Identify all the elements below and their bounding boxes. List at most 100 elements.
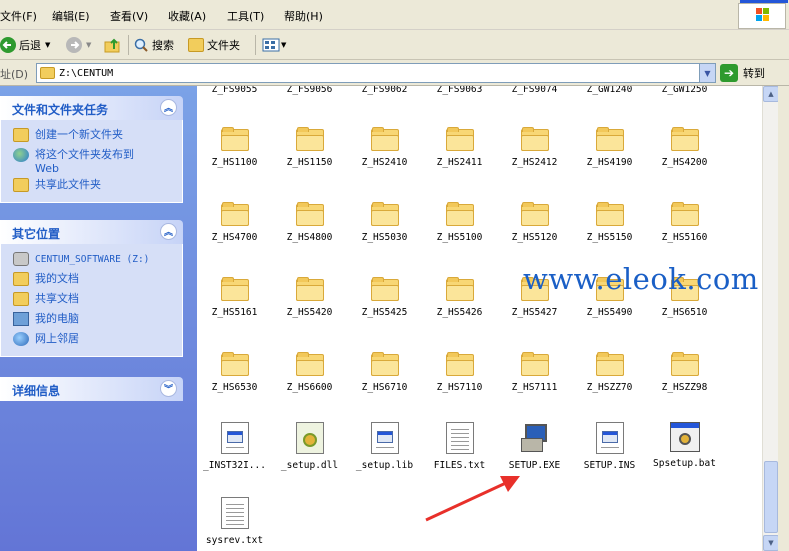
item-label: sysrev.txt bbox=[205, 535, 264, 546]
folder-item[interactable]: Z_HS4700 bbox=[197, 202, 272, 243]
item-label: Z_HS4700 bbox=[211, 232, 258, 243]
folder-item[interactable]: Z_HS7111 bbox=[497, 352, 572, 393]
details-header[interactable]: 详细信息 ︾ bbox=[0, 377, 183, 401]
folder-item[interactable]: Z_GW1240 bbox=[572, 86, 647, 95]
other-places-header[interactable]: 其它位置 ︽ bbox=[0, 220, 183, 244]
address-dropdown-icon[interactable]: ▼ bbox=[699, 64, 715, 82]
scroll-thumb[interactable] bbox=[764, 461, 778, 533]
folder-item[interactable]: Z_HS6710 bbox=[347, 352, 422, 393]
item-label: Z_HS5030 bbox=[361, 232, 408, 243]
folder-item[interactable]: Z_HS4200 bbox=[647, 127, 722, 168]
forward-button[interactable]: ▼ bbox=[66, 34, 91, 56]
folders-label: 文件夹 bbox=[207, 39, 240, 52]
collapse-chevron-icon[interactable]: ︽ bbox=[160, 99, 177, 116]
file-tasks-title: 文件和文件夹任务 bbox=[12, 103, 109, 117]
collapse-chevron-icon[interactable]: ︽ bbox=[160, 223, 177, 240]
folder-item[interactable]: Z_HS2410 bbox=[347, 127, 422, 168]
folder-item[interactable]: Z_HS7110 bbox=[422, 352, 497, 393]
menu-tools[interactable]: 工具(T) bbox=[227, 8, 264, 24]
back-dropdown-icon[interactable]: ▼ bbox=[45, 41, 50, 49]
place-centum-drive[interactable]: CENTUM_SOFTWARE (Z:) bbox=[1, 250, 182, 270]
file-item[interactable]: _setup.dll bbox=[272, 422, 347, 471]
scroll-down-icon[interactable]: ▼ bbox=[763, 535, 779, 551]
address-bar: 址(D) Z:\CENTUM ▼ ➔ 转到 bbox=[0, 60, 789, 86]
item-label: Z_HS2411 bbox=[436, 157, 483, 168]
folder-icon bbox=[670, 127, 699, 151]
folder-item[interactable]: Z_HS5160 bbox=[647, 202, 722, 243]
folder-icon bbox=[370, 202, 399, 226]
item-label: Z_HS5100 bbox=[436, 232, 483, 243]
file-tasks-header[interactable]: 文件和文件夹任务 ︽ bbox=[0, 96, 183, 120]
folder-item[interactable]: Z_GW1250 bbox=[647, 86, 722, 95]
menu-view[interactable]: 查看(V) bbox=[110, 8, 148, 24]
vertical-scrollbar[interactable]: ▲ ▼ bbox=[762, 86, 779, 551]
other-places-title: 其它位置 bbox=[12, 227, 61, 241]
folder-item[interactable]: Z_FS9055 bbox=[197, 86, 272, 95]
folders-button[interactable]: 文件夹 bbox=[188, 34, 240, 56]
folder-item[interactable]: Z_HS5120 bbox=[497, 202, 572, 243]
folder-item[interactable]: Z_HS1100 bbox=[197, 127, 272, 168]
file-item[interactable]: sysrev.txt bbox=[197, 497, 272, 546]
menu-edit[interactable]: 编辑(E) bbox=[52, 8, 90, 24]
expand-chevron-icon[interactable]: ︾ bbox=[160, 380, 177, 397]
go-button[interactable]: ➔ 转到 bbox=[720, 63, 765, 83]
file-item[interactable]: SETUP.EXE bbox=[497, 422, 572, 471]
folder-item[interactable]: Z_HS5150 bbox=[572, 202, 647, 243]
folder-icon bbox=[595, 127, 624, 151]
menu-file[interactable]: 文件(F) bbox=[0, 8, 37, 24]
item-label: Z_FS9055 bbox=[211, 86, 258, 95]
folder-item[interactable]: Z_HS4800 bbox=[272, 202, 347, 243]
folder-item[interactable]: Z_HS5100 bbox=[422, 202, 497, 243]
task-share-folder[interactable]: 共享此文件夹 bbox=[1, 176, 182, 196]
folder-item[interactable]: Z_FS9056 bbox=[272, 86, 347, 95]
folder-item[interactable]: Z_HSZZ98 bbox=[647, 352, 722, 393]
views-dropdown-icon: ▼ bbox=[281, 41, 287, 49]
place-shared-documents[interactable]: 共享文档 bbox=[1, 290, 182, 310]
file-item[interactable]: _INST32I... bbox=[197, 422, 272, 471]
folder-item[interactable]: Z_HS5420 bbox=[272, 277, 347, 318]
file-item[interactable]: _setup.lib bbox=[347, 422, 422, 471]
up-folder-button[interactable] bbox=[104, 34, 122, 56]
task-pane: 文件和文件夹任务 ︽ 创建一个新文件夹 将这个文件夹发布到 Web 共享此文件夹… bbox=[0, 86, 197, 551]
batch-file-icon bbox=[669, 422, 700, 452]
task-new-folder[interactable]: 创建一个新文件夹 bbox=[1, 126, 182, 146]
forward-dropdown-icon[interactable]: ▼ bbox=[86, 41, 91, 49]
shared-documents-icon bbox=[13, 292, 29, 306]
address-input[interactable]: Z:\CENTUM ▼ bbox=[36, 63, 716, 83]
item-label: Z_HS4190 bbox=[586, 157, 633, 168]
folder-item[interactable]: Z_HS6530 bbox=[197, 352, 272, 393]
place-network[interactable]: 网上邻居 bbox=[1, 330, 182, 350]
folder-item[interactable]: Z_HS5426 bbox=[422, 277, 497, 318]
new-folder-icon bbox=[13, 128, 29, 142]
folder-item[interactable]: Z_HSZZ70 bbox=[572, 352, 647, 393]
back-button[interactable]: 后退 ▼ bbox=[0, 34, 50, 56]
folder-item[interactable]: Z_HS5030 bbox=[347, 202, 422, 243]
folder-item[interactable]: Z_HS4190 bbox=[572, 127, 647, 168]
file-item[interactable]: FILES.txt bbox=[422, 422, 497, 471]
folder-item[interactable]: Z_FS9063 bbox=[422, 86, 497, 95]
menu-help[interactable]: 帮助(H) bbox=[284, 8, 323, 24]
views-button[interactable]: ▼ bbox=[262, 34, 286, 56]
scroll-up-icon[interactable]: ▲ bbox=[763, 86, 779, 102]
folder-item[interactable]: Z_FS9074 bbox=[497, 86, 572, 95]
item-label: Z_HS5425 bbox=[361, 307, 408, 318]
task-publish-web[interactable]: 将这个文件夹发布到 Web bbox=[1, 146, 182, 176]
folder-icon bbox=[370, 277, 399, 301]
item-label: Z_FS9062 bbox=[361, 86, 408, 95]
file-tasks-panel: 文件和文件夹任务 ︽ 创建一个新文件夹 将这个文件夹发布到 Web 共享此文件夹 bbox=[0, 96, 183, 203]
menu-favorites[interactable]: 收藏(A) bbox=[168, 8, 206, 24]
folder-item[interactable]: Z_FS9062 bbox=[347, 86, 422, 95]
folder-item[interactable]: Z_HS6600 bbox=[272, 352, 347, 393]
file-item[interactable]: SETUP.INS bbox=[572, 422, 647, 471]
place-my-computer[interactable]: 我的电脑 bbox=[1, 310, 182, 330]
file-item[interactable]: Spsetup.bat bbox=[647, 422, 722, 469]
folder-item[interactable]: Z_HS1150 bbox=[272, 127, 347, 168]
details-panel: 详细信息 ︾ bbox=[0, 377, 183, 401]
folder-item[interactable]: Z_HS2411 bbox=[422, 127, 497, 168]
place-my-documents[interactable]: 我的文档 bbox=[1, 270, 182, 290]
search-button[interactable]: 搜索 bbox=[133, 34, 174, 56]
folder-item[interactable]: Z_HS5425 bbox=[347, 277, 422, 318]
folder-icon bbox=[220, 202, 249, 226]
folder-item[interactable]: Z_HS2412 bbox=[497, 127, 572, 168]
folder-item[interactable]: Z_HS5161 bbox=[197, 277, 272, 318]
